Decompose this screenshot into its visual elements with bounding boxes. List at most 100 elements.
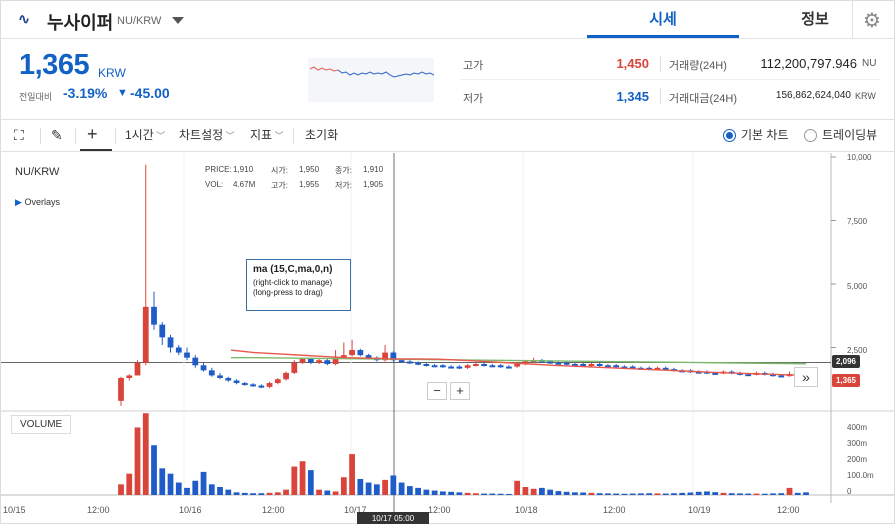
y-tick: 2,500: [847, 346, 868, 355]
volume-bar: [605, 493, 611, 495]
candle-body: [217, 375, 223, 378]
volume-bar: [431, 490, 438, 495]
volume-bar: [580, 492, 587, 495]
legend-close-value: 1,910: [363, 165, 384, 174]
basic-chart-label[interactable]: 기본 차트: [741, 120, 789, 151]
candle-body: [299, 358, 306, 363]
candle-body: [134, 362, 141, 376]
interval-label: 1시간: [125, 128, 154, 142]
change-value: -45.00: [130, 85, 170, 101]
last-price-tag: 1,365: [832, 374, 860, 387]
tradingview-label[interactable]: 트레이딩뷰: [822, 120, 877, 151]
volume-bar: [167, 473, 174, 495]
volume-bar: [299, 461, 306, 495]
current-price: 1,365: [19, 49, 90, 81]
volume-bar: [695, 491, 702, 495]
candle-body: [745, 374, 752, 377]
volume-bar: [118, 484, 124, 495]
volume-bar: [555, 491, 562, 495]
chart-toolbar: ⛶ ✎ + 1시간 ﹀ 차트설정 ﹀ 지표 ﹀ 초기화 기본 차트 트레이딩뷰: [1, 119, 894, 152]
candle-body: [456, 366, 463, 369]
divider: [75, 128, 76, 144]
y-tick: 7,500: [847, 217, 868, 226]
ma-hint-manage: (right-click to manage): [253, 278, 333, 287]
overlays-toggle[interactable]: ▶ Overlays: [15, 197, 60, 208]
sparkline-svg: [309, 66, 439, 82]
x-tick: 10/18: [515, 505, 538, 515]
volume-bar: [481, 493, 488, 495]
volume-bar: [208, 484, 215, 495]
candlestick-chart-svg[interactable]: [1, 153, 894, 524]
volume-bar: [761, 493, 768, 495]
volume-bar: [390, 475, 397, 495]
ma-indicator-popup[interactable]: ma (15,C,ma,0,n) (right-click to manage)…: [246, 259, 351, 311]
volume-bar: [563, 491, 570, 495]
crosshair-time-label: 10/17 05:00: [357, 512, 429, 524]
candle-body: [555, 362, 562, 365]
sparkline-chart: [308, 58, 439, 102]
volume-bar: [200, 471, 207, 495]
volume-bar: [233, 492, 240, 495]
y-tick: 5,000: [847, 282, 868, 291]
coin-pair[interactable]: NU/KRW: [117, 15, 161, 27]
legend-price-value: 1,910: [233, 165, 254, 174]
scroll-to-latest-button[interactable]: »: [794, 367, 818, 387]
x-tick: 10/19: [688, 505, 711, 515]
vol-tick: 400m: [847, 423, 868, 432]
ma-title: ma (15,C,ma,0,n): [253, 264, 333, 275]
crosshair-icon[interactable]: +: [87, 124, 98, 145]
basic-chart-radio[interactable]: [723, 129, 736, 142]
candle-body: [291, 362, 298, 373]
volume-bar: [613, 493, 620, 495]
indicators-dropdown[interactable]: 지표 ﹀: [250, 120, 284, 151]
volume-bar: [720, 492, 727, 495]
legend-vol-value: 4.67M: [233, 180, 256, 189]
volume-bar: [530, 488, 537, 495]
price-chart[interactable]: NU/KRW ▶ Overlays PRICE: 1,910 시가: 1,950…: [1, 153, 894, 524]
volume-bar: [687, 492, 694, 495]
chevron-down-icon[interactable]: [172, 17, 184, 24]
tradingview-radio[interactable]: [804, 129, 817, 142]
candle-body: [200, 365, 207, 371]
zoom-in-button[interactable]: +: [450, 382, 470, 400]
zoom-out-button[interactable]: −: [427, 382, 447, 400]
candle-body: [472, 364, 479, 367]
x-tick: 12:00: [603, 505, 626, 515]
volume-bar: [266, 492, 273, 495]
volume-bar: [572, 492, 578, 495]
volume-bar: [217, 487, 223, 495]
reset-button[interactable]: 초기화: [305, 120, 338, 151]
interval-dropdown[interactable]: 1시간 ﹀: [125, 120, 165, 151]
fullscreen-icon[interactable]: ⛶: [14, 127, 24, 144]
header: ∿ 누사이퍼 NU/KRW 시세 정보 ⚙: [1, 1, 894, 39]
candle-body: [266, 383, 273, 387]
divider: [660, 56, 661, 72]
vol-tick: 0: [847, 487, 852, 496]
volume-bar: [654, 493, 661, 495]
volume-bar: [283, 489, 289, 495]
volume-bar: [704, 491, 710, 495]
volume-bar: [497, 493, 504, 495]
coin-name[interactable]: 누사이퍼: [47, 9, 113, 35]
legend-high-value: 1,955: [299, 180, 320, 189]
volume-bar: [662, 493, 669, 495]
divider: [40, 128, 41, 144]
volume-bar: [547, 489, 554, 495]
volume-bar: [415, 487, 421, 495]
candle-body: [563, 362, 570, 365]
tab-price[interactable]: 시세: [587, 1, 739, 38]
volume-bar: [522, 487, 529, 495]
volume-bar: [786, 487, 793, 495]
legend-open-value: 1,950: [299, 165, 320, 174]
volume-bar: [332, 491, 339, 495]
volume-label: 거래량(24H): [669, 60, 727, 72]
trading-panel: ∿ 누사이퍼 NU/KRW 시세 정보 ⚙ 1,365 KRW 전일대비 -3.…: [0, 0, 895, 524]
pencil-icon[interactable]: ✎: [51, 127, 63, 144]
volume-bar: [646, 493, 653, 495]
gear-icon[interactable]: ⚙: [863, 8, 881, 33]
chart-settings-dropdown[interactable]: 차트설정 ﹀: [179, 120, 235, 151]
x-tick: 12:00: [87, 505, 110, 515]
candle-body: [192, 357, 199, 366]
volume-bar: [192, 480, 199, 495]
down-arrow-icon: ▼: [117, 87, 128, 99]
